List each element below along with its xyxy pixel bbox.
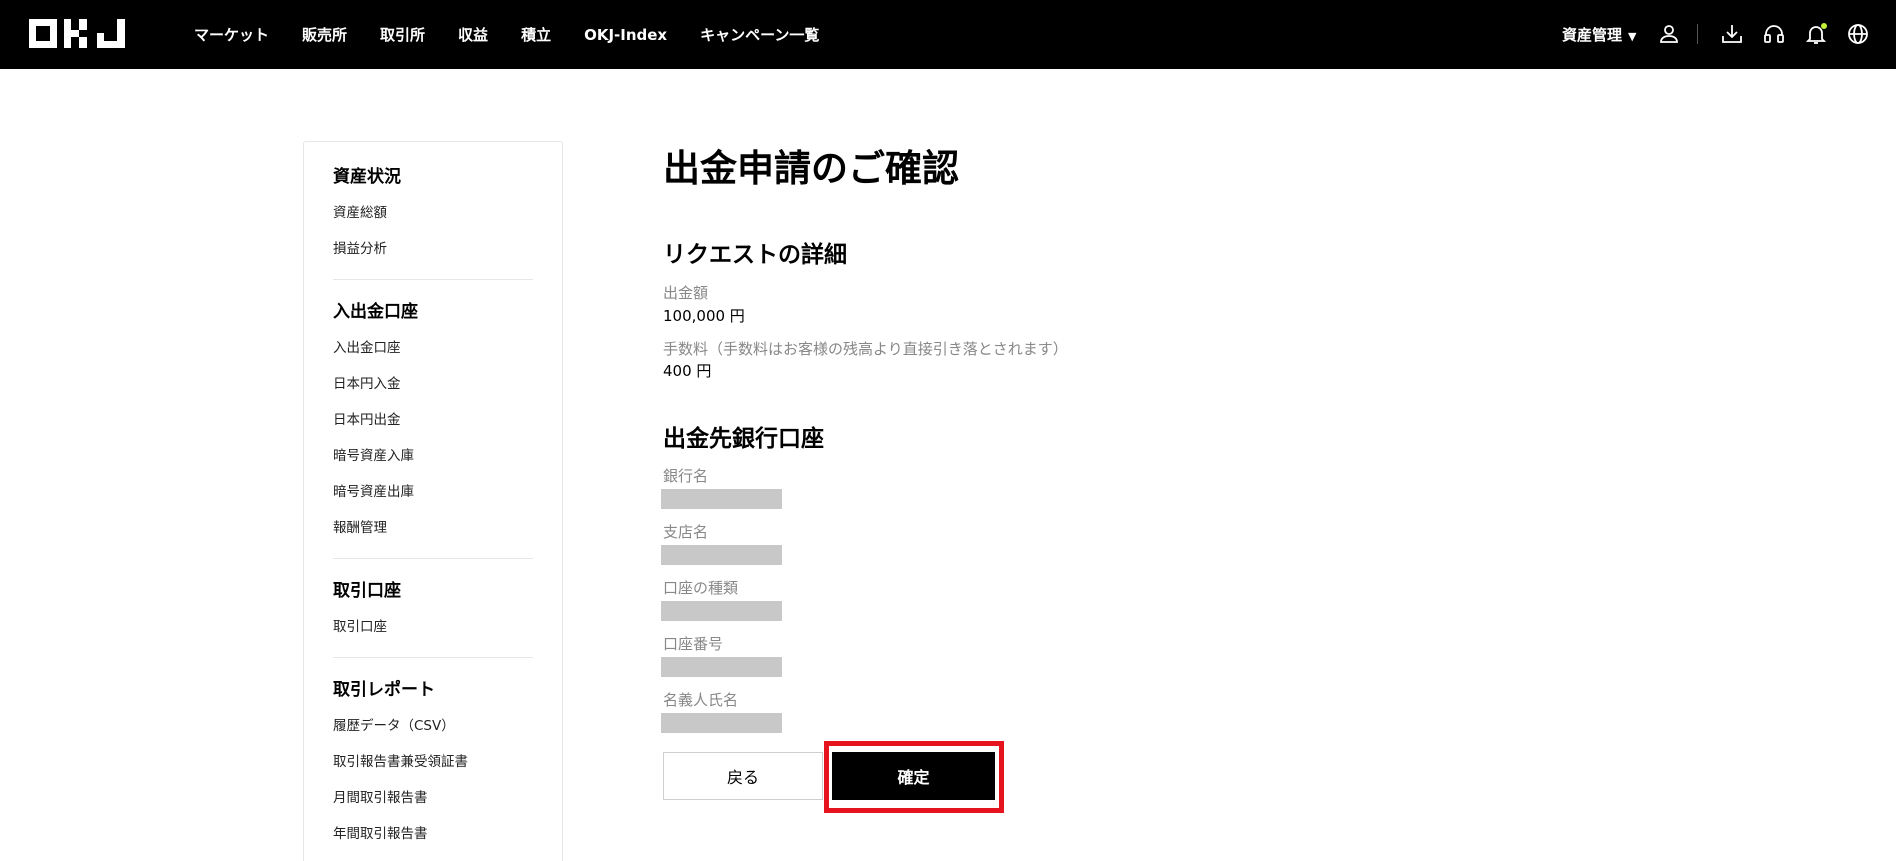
user-icon[interactable] <box>1657 22 1681 46</box>
amount-value: 100,000 円 <box>663 307 745 325</box>
nav-item-okj-index[interactable]: OKJ-Index <box>584 26 667 44</box>
request-details-heading: リクエストの詳細 <box>663 242 847 268</box>
redacted-value <box>661 601 782 621</box>
sidebar-heading: 取引口座 <box>333 581 401 601</box>
headset-support-icon[interactable] <box>1762 22 1786 46</box>
redacted-value <box>661 657 782 677</box>
account-type-label: 口座の種類 <box>663 579 739 597</box>
asset-management-menu[interactable]: 資産管理 ▼ <box>1562 24 1636 45</box>
okj-logo[interactable] <box>29 19 127 48</box>
caret-down-icon: ▼ <box>1628 30 1637 43</box>
sidebar-section-assets: 資産状況 資産総額 損益分析 <box>304 142 562 267</box>
withdrawal-confirmation: 出金申請のご確認 リクエストの詳細 出金額 100,000 円 手数料（手数料は… <box>661 0 1363 861</box>
redacted-value <box>661 713 782 733</box>
sidebar-item-crypto-deposit[interactable]: 暗号資産入庫 <box>333 438 533 474</box>
bank-account-heading: 出金先銀行口座 <box>663 426 824 452</box>
sidebar-item-total-assets[interactable]: 資産総額 <box>333 195 533 231</box>
sidebar-heading: 入出金口座 <box>333 302 418 322</box>
back-button-label: 戻る <box>726 768 759 787</box>
confirm-button-label: 確定 <box>897 768 930 787</box>
redacted-value <box>661 489 782 509</box>
redacted-value <box>661 545 782 565</box>
nav-item-sales[interactable]: 販売所 <box>302 24 347 45</box>
confirm-button[interactable]: 確定 <box>832 752 995 800</box>
sidebar-section-trading-account: 取引口座 取引口座 <box>304 559 562 645</box>
sidebar-item-jpy-deposit[interactable]: 日本円入金 <box>333 366 533 402</box>
globe-language-icon[interactable] <box>1846 22 1870 46</box>
notification-bell-icon[interactable] <box>1804 22 1828 46</box>
sidebar-section-reports: 取引レポート 履歴データ（CSV） 取引報告書兼受領証書 月間取引報告書 年間取… <box>304 658 562 852</box>
asset-management-label: 資産管理 <box>1562 26 1623 44</box>
sidebar-item-rewards[interactable]: 報酬管理 <box>333 510 533 546</box>
amount-label: 出金額 <box>663 284 709 302</box>
sidebar-item-annual-report[interactable]: 年間取引報告書 <box>333 816 533 852</box>
sidebar-heading: 取引レポート <box>333 680 435 700</box>
nav-item-savings[interactable]: 積立 <box>521 24 551 45</box>
sidebar-item-csv-history[interactable]: 履歴データ（CSV） <box>333 708 533 744</box>
sidebar-item-crypto-withdrawal[interactable]: 暗号資産出庫 <box>333 474 533 510</box>
account-number-label: 口座番号 <box>663 635 724 653</box>
branch-name-label: 支店名 <box>663 523 709 541</box>
nav-item-exchange[interactable]: 取引所 <box>380 24 425 45</box>
sidebar-item-trade-report[interactable]: 取引報告書兼受領証書 <box>333 744 533 780</box>
account-holder-label: 名義人氏名 <box>663 691 739 709</box>
nav-item-market[interactable]: マーケット <box>194 24 269 45</box>
fee-value: 400 円 <box>663 362 712 380</box>
sidebar-item-pnl-analysis[interactable]: 損益分析 <box>333 231 533 267</box>
nav-item-earn[interactable]: 収益 <box>458 24 488 45</box>
page-title: 出金申請のご確認 <box>663 147 959 190</box>
notification-dot <box>1821 23 1827 29</box>
bank-name-label: 銀行名 <box>663 467 709 485</box>
fee-label: 手数料（手数料はお客様の残高より直接引き落とされます） <box>663 340 1068 358</box>
sidebar-section-deposit-withdraw: 入出金口座 入出金口座 日本円入金 日本円出金 暗号資産入庫 暗号資産出庫 報酬… <box>304 280 562 546</box>
sidebar-item-jpy-withdrawal[interactable]: 日本円出金 <box>333 402 533 438</box>
sidebar-item-trading-account[interactable]: 取引口座 <box>333 609 533 645</box>
sidebar-item-monthly-report[interactable]: 月間取引報告書 <box>333 780 533 816</box>
back-button[interactable]: 戻る <box>663 752 823 800</box>
header-divider <box>1697 24 1698 44</box>
sidebar-heading: 資産状況 <box>333 167 401 187</box>
sidebar-item-deposit-account[interactable]: 入出金口座 <box>333 330 533 366</box>
account-sidebar: 資産状況 資産総額 損益分析 入出金口座 入出金口座 日本円入金 日本円出金 暗… <box>303 141 563 861</box>
download-icon[interactable] <box>1720 22 1744 46</box>
